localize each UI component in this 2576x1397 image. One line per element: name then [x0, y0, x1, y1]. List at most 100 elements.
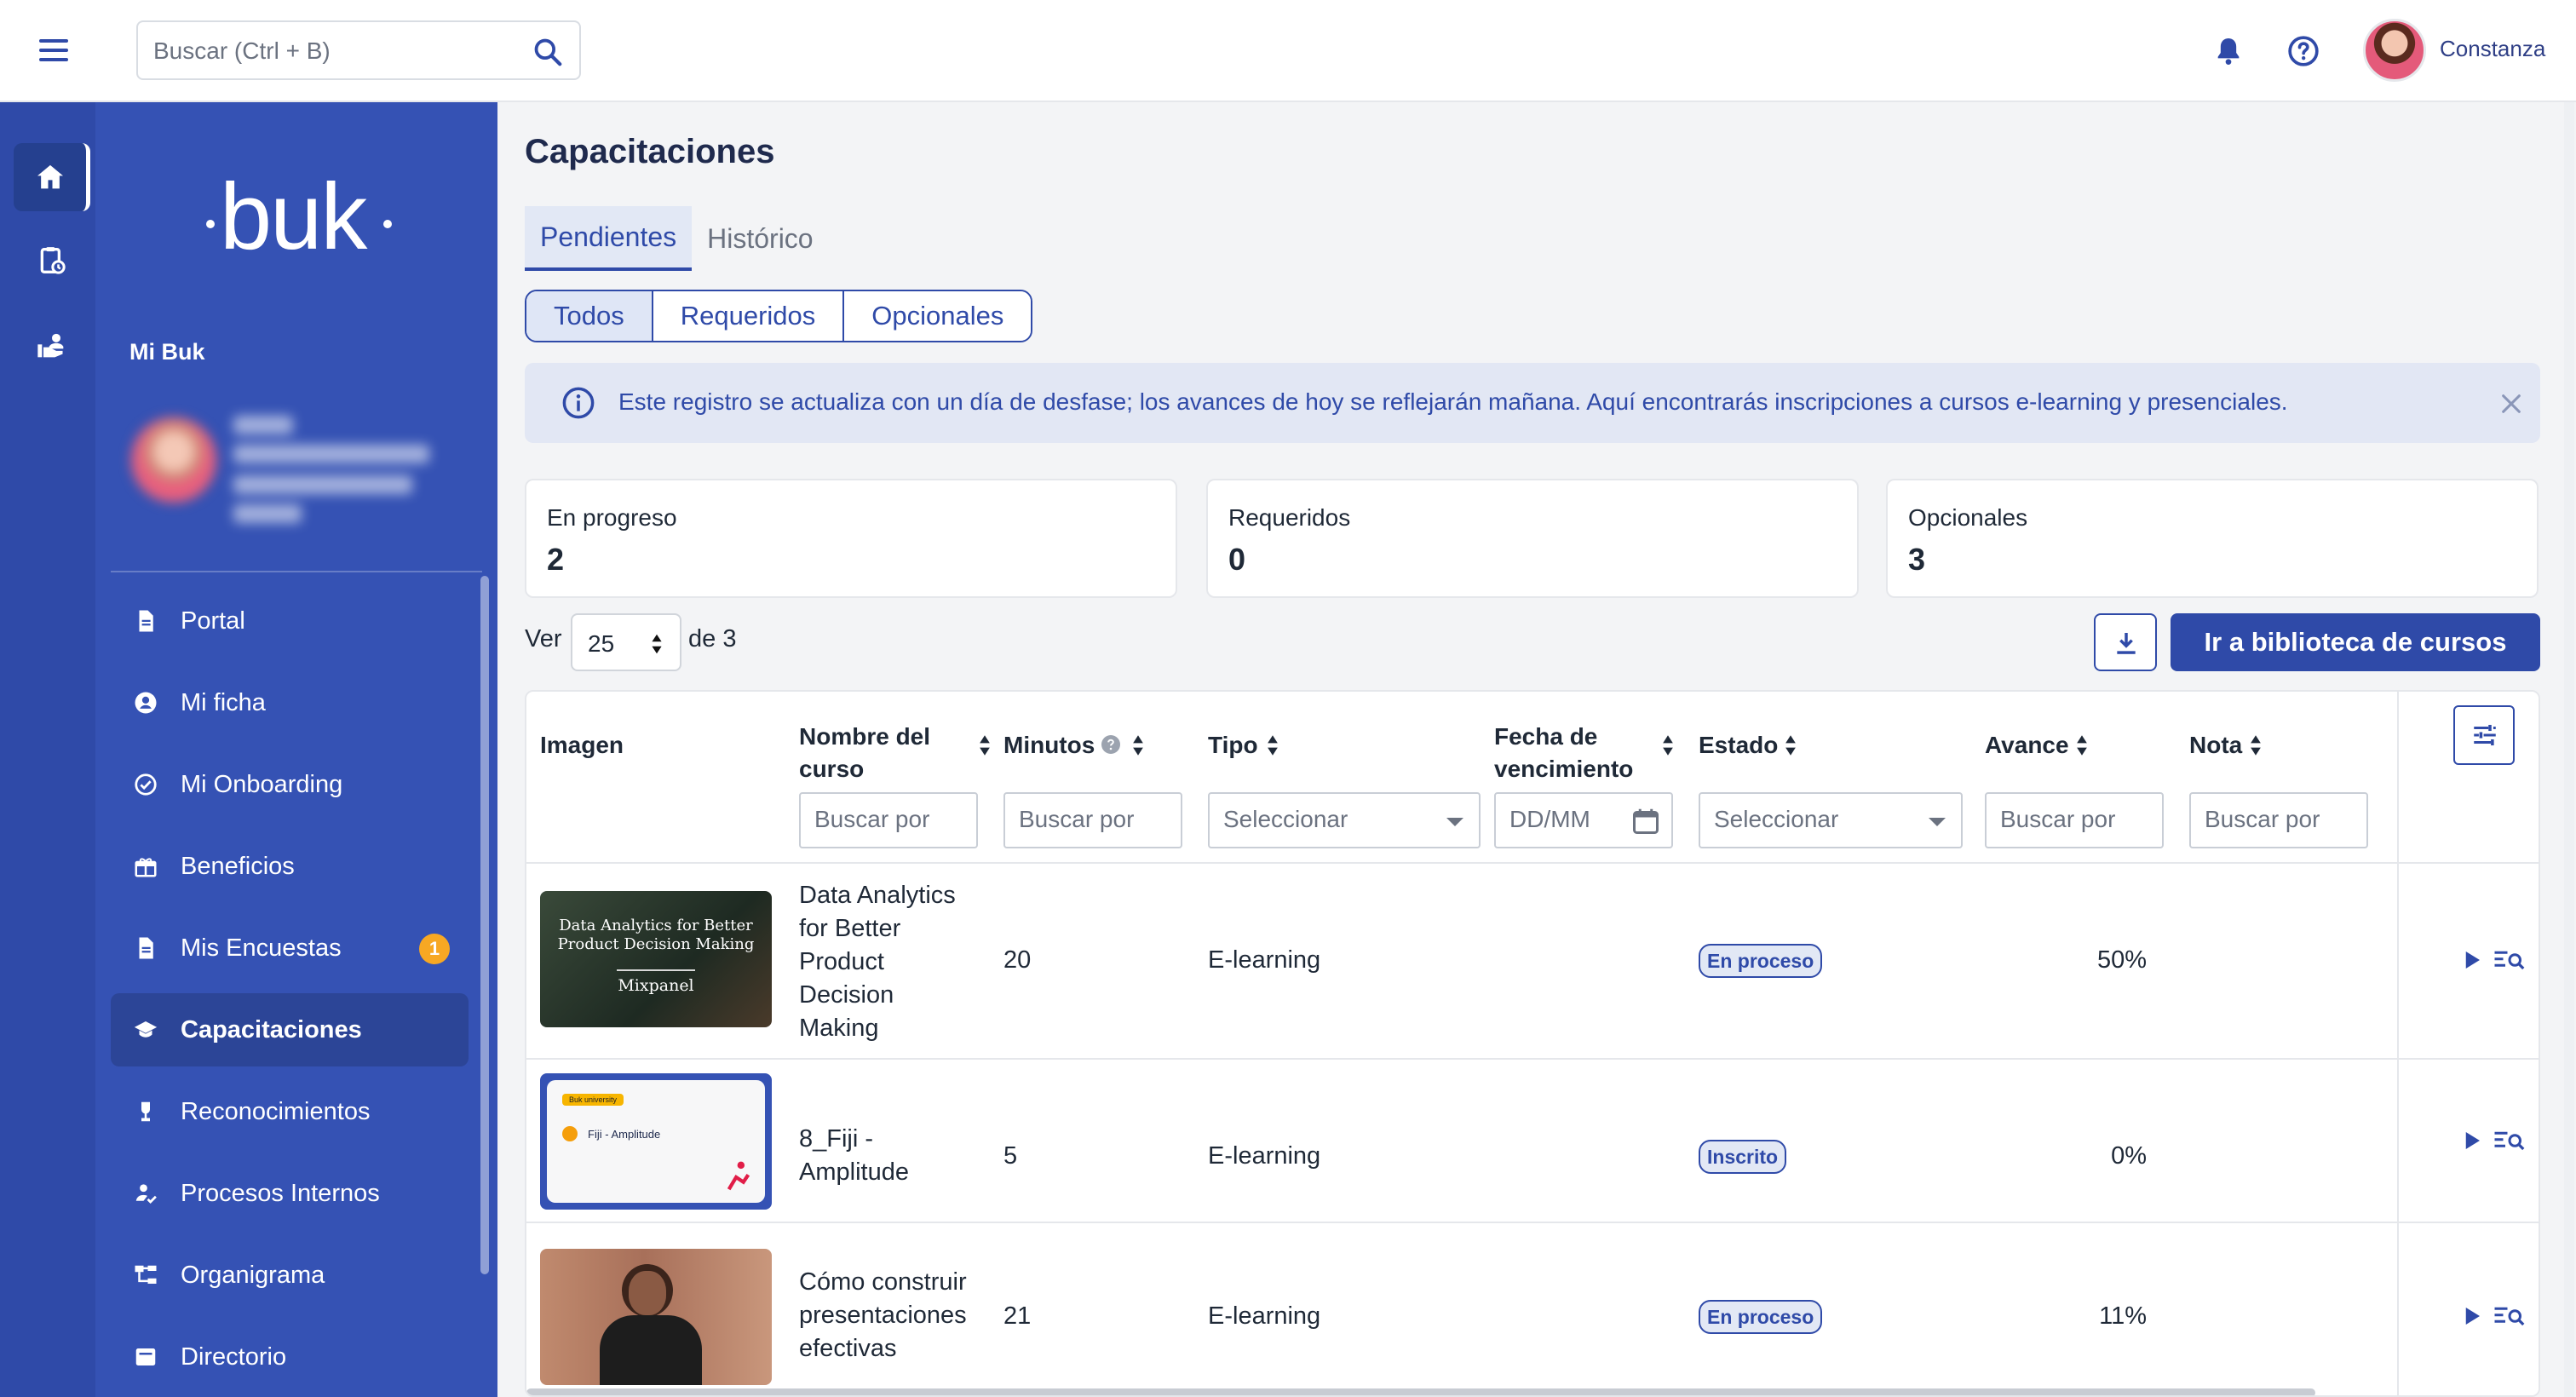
row-divider — [526, 862, 2539, 864]
column-header-label: Nombre del curso — [799, 723, 931, 782]
search-icon[interactable] — [532, 36, 564, 68]
column-settings-button[interactable] — [2453, 705, 2515, 765]
filter-estado[interactable] — [1699, 792, 1963, 848]
filter-nota[interactable] — [2189, 792, 2368, 848]
filter-input[interactable] — [1223, 806, 1452, 833]
play-icon[interactable] — [2458, 947, 2484, 973]
sidebar-item-label: Mi ficha — [181, 688, 266, 716]
detail-search-icon[interactable] — [2493, 947, 2527, 973]
page-title: Capacitaciones — [525, 133, 775, 170]
filter-tipo[interactable] — [1208, 792, 1481, 848]
segment-todos[interactable]: Todos — [526, 291, 652, 341]
sort-icon[interactable] — [2249, 734, 2263, 756]
segment-requeridos[interactable]: Requeridos — [651, 291, 843, 341]
help-tooltip-icon[interactable] — [1101, 734, 1121, 755]
play-icon[interactable] — [2458, 1128, 2484, 1153]
filter-avance[interactable] — [1985, 792, 2164, 848]
sort-icon[interactable] — [978, 734, 992, 756]
sidebar-item-portal[interactable]: Portal — [111, 584, 469, 658]
table-horizontal-scrollbar[interactable] — [526, 1388, 2315, 1395]
sidebar-item-label: Beneficios — [181, 852, 295, 880]
directory-icon — [135, 1348, 156, 1365]
tab-historico[interactable]: Histórico — [692, 206, 828, 271]
course-progress: 11% — [2099, 1302, 2147, 1330]
help-icon[interactable] — [2286, 34, 2320, 68]
sidebar-item-mi-ficha[interactable]: Mi ficha — [111, 666, 469, 739]
course-thumbnail: Data Analytics for Better Product Decisi… — [540, 891, 772, 1027]
sidebar-section-title: Mi Buk — [129, 339, 205, 365]
sliders-icon — [2474, 724, 2496, 746]
course-minutes: 21 — [1003, 1302, 1032, 1330]
document-icon — [139, 610, 153, 632]
course-name[interactable]: Data Analytics for Better Product Decisi… — [799, 879, 978, 1045]
course-name[interactable]: Cómo construir presentaciones efectivas — [799, 1266, 978, 1365]
course-progress: 0% — [2111, 1142, 2147, 1170]
sidebar-scrollbar[interactable] — [480, 576, 489, 1274]
sort-icon[interactable] — [1784, 734, 1797, 756]
sidebar-item-label: Procesos Internos — [181, 1179, 380, 1207]
tab-pendientes[interactable]: Pendientes — [525, 206, 693, 271]
sidebar-item-capacitaciones[interactable]: Capacitaciones — [111, 993, 469, 1066]
filter-input[interactable] — [2205, 806, 2355, 833]
detail-search-icon[interactable] — [2493, 1128, 2527, 1153]
row-divider — [526, 1058, 2539, 1060]
avatar[interactable] — [2363, 19, 2426, 82]
rail-clipboard[interactable] — [14, 227, 90, 295]
main-content: Capacitaciones Pendientes Histórico Todo… — [497, 102, 2576, 1397]
detail-search-icon[interactable] — [2493, 1303, 2527, 1329]
filter-fecha[interactable] — [1494, 792, 1673, 848]
sidebar-item-onboarding[interactable]: Mi Onboarding — [111, 748, 469, 821]
course-name[interactable]: 8_Fiji - Amplitude — [799, 1123, 978, 1189]
sidebar-item-encuestas[interactable]: Mis Encuestas 1 — [111, 911, 469, 985]
page-size-select[interactable]: 25 — [571, 613, 681, 671]
menu-icon[interactable] — [39, 39, 68, 63]
status-badge: En proceso — [1699, 1300, 1823, 1334]
filter-input[interactable] — [1509, 806, 1620, 833]
column-header-label: Imagen — [540, 732, 624, 758]
row-divider — [2399, 1058, 2539, 1060]
sidebar-item-label: Reconocimientos — [181, 1097, 371, 1125]
column-header-label: Estado — [1699, 732, 1779, 758]
calendar-icon[interactable] — [1630, 806, 1661, 836]
filter-minutos[interactable] — [1003, 792, 1182, 848]
segment-opcionales[interactable]: Opcionales — [842, 291, 1032, 341]
user-name[interactable]: Constanza — [2440, 36, 2545, 62]
page-vertical-scrollbar[interactable] — [2564, 102, 2574, 1397]
download-button[interactable] — [2094, 613, 2157, 671]
rail-home[interactable] — [14, 143, 90, 211]
sort-icon[interactable] — [1131, 734, 1145, 756]
buk-logo[interactable]: buk — [206, 170, 394, 281]
info-alert: Este registro se actualiza con un día de… — [525, 363, 2540, 443]
stat-value: 2 — [547, 542, 565, 577]
sort-arrows-icon — [652, 634, 662, 654]
document-icon — [139, 937, 153, 959]
page-size-label: Ver — [525, 625, 562, 653]
close-icon[interactable] — [2499, 392, 2523, 416]
sidebar-item-procesos[interactable]: Procesos Internos — [111, 1157, 469, 1230]
stat-label: Opcionales — [1908, 504, 2028, 531]
bell-icon[interactable] — [2211, 34, 2245, 68]
sidebar-item-reconocimientos[interactable]: Reconocimientos — [111, 1075, 469, 1148]
filter-input[interactable] — [814, 806, 964, 833]
course-type: E-learning — [1208, 1302, 1321, 1330]
rail-people[interactable] — [14, 312, 90, 380]
sort-icon[interactable] — [1266, 734, 1279, 756]
filter-input[interactable] — [2000, 806, 2150, 833]
play-icon[interactable] — [2458, 1303, 2484, 1329]
filter-input[interactable] — [1019, 806, 1169, 833]
column-header-label: Nota — [2189, 732, 2243, 758]
sidebar-item-directorio[interactable]: Directorio — [111, 1320, 469, 1394]
page-count-label: de 3 — [688, 625, 737, 653]
th-minutos: Minutos — [1003, 692, 1199, 862]
library-button[interactable]: Ir a biblioteca de cursos — [2171, 613, 2540, 671]
filter-nombre[interactable] — [799, 792, 978, 848]
sort-icon[interactable] — [1661, 734, 1675, 756]
sidebar-item-beneficios[interactable]: Beneficios — [111, 830, 469, 903]
global-search[interactable] — [136, 20, 581, 80]
filter-input[interactable] — [1714, 806, 1936, 833]
sort-icon[interactable] — [2075, 734, 2089, 756]
graduation-cap-icon — [134, 1021, 158, 1038]
course-minutes: 5 — [1003, 1142, 1018, 1170]
sidebar-item-organigrama[interactable]: Organigrama — [111, 1239, 469, 1312]
search-input[interactable] — [153, 34, 511, 68]
